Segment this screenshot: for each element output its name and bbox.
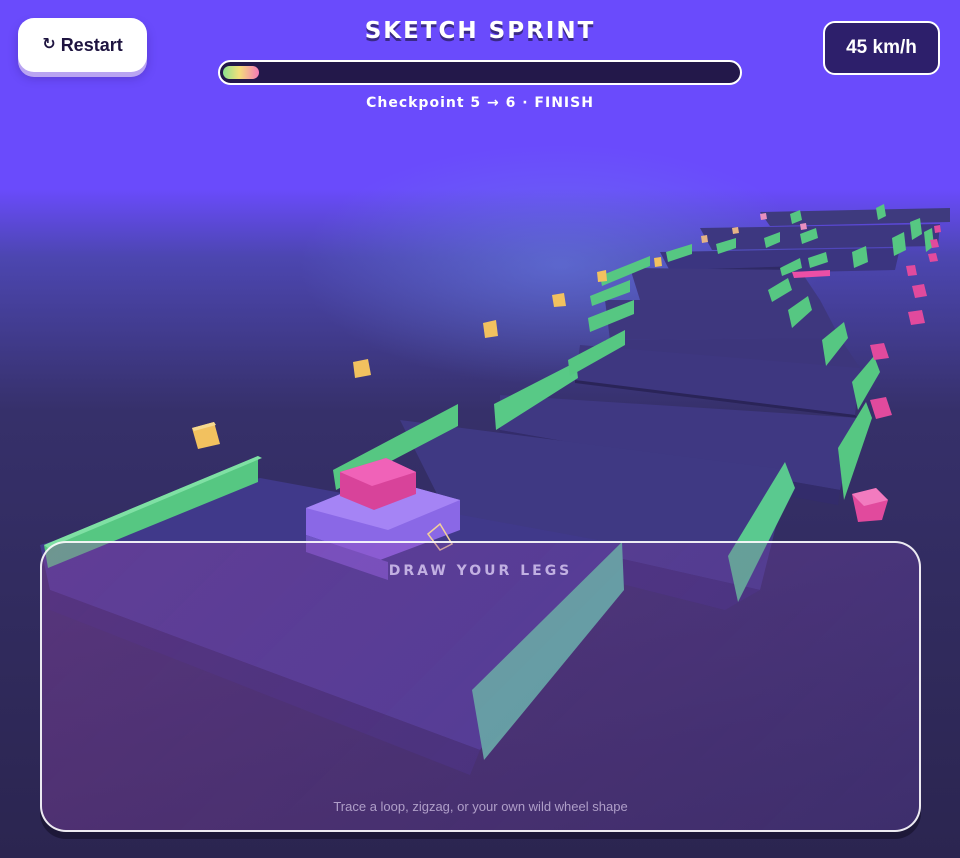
checkpoint-label: Checkpoint 5 → 6 · FINISH [366, 95, 594, 111]
pink-cube [934, 225, 941, 233]
pink-cube [908, 310, 925, 325]
game-title: SKETCH SPRINT [364, 18, 596, 44]
progress-fill [223, 66, 259, 79]
pink-cube [800, 223, 807, 230]
speedometer: 45 km/h [823, 21, 940, 75]
coin [701, 235, 708, 243]
coin [654, 257, 662, 267]
draw-canvas[interactable]: DRAW YOUR LEGS Trace a loop, zigzag, or … [40, 541, 921, 832]
coin [732, 227, 739, 234]
coin [483, 320, 498, 338]
pink-cube [760, 213, 767, 220]
draw-panel-title: DRAW YOUR LEGS [388, 563, 573, 579]
draw-panel-hint: Trace a loop, zigzag, or your own wild w… [333, 799, 628, 814]
progress-bar [218, 60, 742, 85]
coin [597, 270, 607, 282]
coin [552, 293, 566, 307]
coin [353, 359, 371, 378]
